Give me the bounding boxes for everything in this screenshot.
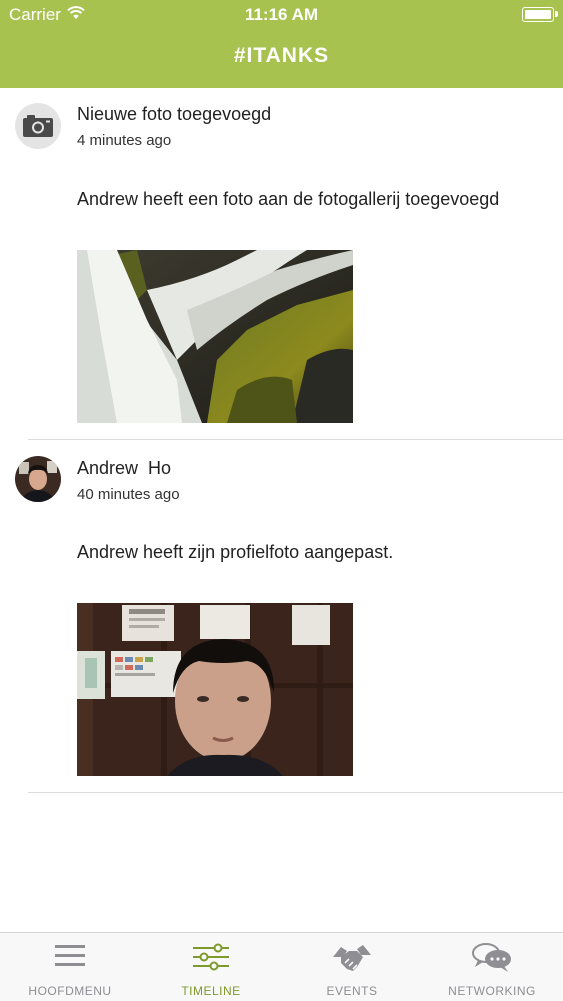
tab-events[interactable]: EVENTS [282, 933, 422, 1001]
post-timestamp: 40 minutes ago [77, 486, 180, 503]
tab-label: TIMELINE [181, 984, 241, 998]
tab-networking[interactable]: NETWORKING [422, 933, 562, 1001]
post-timestamp: 4 minutes ago [77, 132, 172, 149]
timeline-post[interactable]: Andrew Ho 40 minutes ago Andrew heeft zi… [0, 441, 563, 793]
tab-label: EVENTS [326, 984, 378, 998]
header-bar: Carrier 11:16 AM #ITANKS [0, 0, 563, 88]
page-title: #ITANKS [233, 44, 330, 67]
post-text: Andrew heeft zijn profielfoto aangepast. [77, 542, 394, 562]
post-divider [28, 792, 563, 793]
clock: 11:16 AM [244, 5, 319, 24]
tab-timeline[interactable]: TIMELINE [141, 933, 281, 1001]
battery-tip [555, 11, 558, 17]
menu-icon [54, 943, 86, 974]
waterfall-photo[interactable] [77, 250, 353, 423]
tab-hoofdmenu[interactable]: HOOFDMENU [0, 933, 140, 1001]
bottom-tab-bar: HOOFDMENU TIMELINE EVENTS NETWORKING [0, 932, 563, 1001]
status-bar: Carrier 11:16 AM [0, 0, 563, 30]
post-title: Nieuwe foto toegevoegd [77, 104, 272, 124]
post-divider [28, 439, 563, 440]
tab-label: NETWORKING [448, 984, 536, 998]
sliders-icon [192, 943, 230, 976]
profile-photo[interactable] [77, 603, 353, 776]
post-author: Andrew Ho [77, 458, 172, 478]
camera-icon [15, 103, 61, 149]
post-text: Andrew heeft een foto aan de fotogalleri… [77, 189, 500, 209]
user-avatar[interactable] [15, 456, 61, 502]
handshake-icon [331, 943, 373, 980]
timeline-post[interactable]: Nieuwe foto toegevoegd 4 minutes ago And… [0, 88, 563, 440]
chat-bubbles-icon [472, 943, 512, 978]
tab-label: HOOFDMENU [28, 984, 112, 998]
battery-icon [522, 7, 554, 22]
